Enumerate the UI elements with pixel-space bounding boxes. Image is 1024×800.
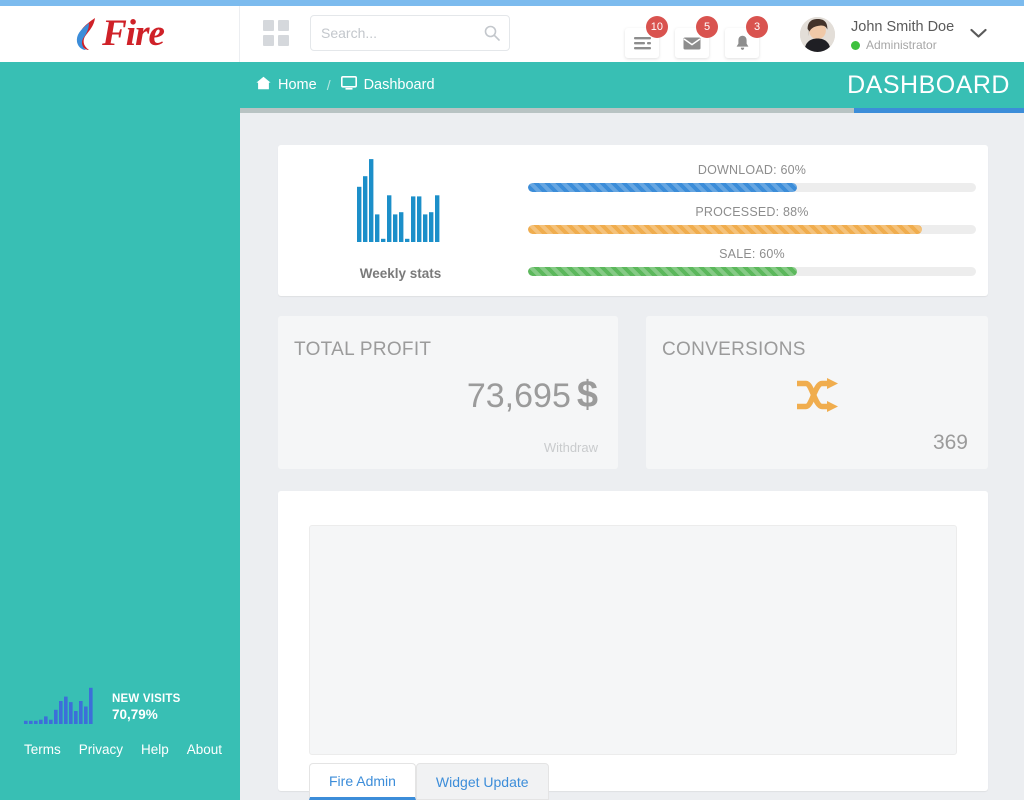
footer-link-about[interactable]: About [187,742,222,757]
sidebar-footer-links: Terms Privacy Help About [24,742,222,757]
weekly-stats-sparkline [356,159,439,242]
total-profit-title: TOTAL PROFIT [294,339,432,360]
grid-cell [278,35,289,46]
tab-fire-admin[interactable]: Fire Admin [309,763,416,800]
grid-cell [263,20,274,31]
user-role-row: Administrator [851,38,937,52]
user-role: Administrator [866,38,937,52]
breadcrumb-item-dashboard[interactable]: Dashboard [340,75,435,95]
search-input[interactable] [321,16,481,50]
progress-label-processed: PROCESSED: 88% [695,205,809,219]
main-content: Weekly stats DOWNLOAD: 60% PROCESSED: 88… [240,113,1024,800]
grid-apps-icon[interactable] [263,20,289,46]
weekly-stats-card: Weekly stats DOWNLOAD: 60% PROCESSED: 88… [278,145,988,296]
status-dot-icon [851,40,860,50]
logo[interactable]: Fire [75,13,165,54]
new-visits-text: NEW VISITS 70,79% [112,693,180,722]
breadcrumb-separator: / [326,77,331,93]
conversions-card: CONVERSIONS 369 [646,316,988,469]
grid-cell [278,20,289,31]
progress-track-processed [528,225,976,234]
footer-link-help[interactable]: Help [141,742,169,757]
tab-content-placeholder [309,525,957,755]
sidebar: NEW VISITS 70,79% Terms Privacy Help Abo… [0,62,240,800]
tabs-row: Fire Admin Widget Update [309,763,549,800]
progress-label-sale: SALE: 60% [719,247,785,261]
total-profit-value-row: 73,695 $ [467,374,598,417]
total-profit-value: 73,695 [466,377,571,415]
brand-name: Fire [102,13,165,54]
progress-track-sale [528,267,976,276]
desktop-icon [340,75,357,95]
flame-icon [75,16,101,52]
total-profit-currency: $ [576,374,598,416]
breadcrumb-item-home[interactable]: Home [256,76,317,95]
home-icon [256,76,271,95]
new-visits-title: NEW VISITS [112,693,181,705]
weekly-stats-block: Weekly stats [308,157,493,281]
notif-button-tasks[interactable]: 10 [625,16,668,58]
footer-link-terms[interactable]: Terms [24,742,61,757]
search-box[interactable] [310,15,510,51]
breadcrumb-label-dashboard: Dashboard [363,77,435,93]
notif-button-messages[interactable]: 5 [675,16,718,58]
progress-label-download: DOWNLOAD: 60% [697,163,807,177]
conversions-title: CONVERSIONS [662,339,806,360]
bell-icon [736,35,748,50]
top-header: Fire 10 5 [0,6,1024,62]
breadcrumb: Home / Dashboard [256,62,435,108]
progress-fill-download [528,183,797,192]
progress-row-sale: SALE: 60% [528,247,976,276]
avatar[interactable] [800,17,835,52]
withdraw-link[interactable]: Withdraw [544,440,598,455]
page-title: DASHBOARD [847,71,1010,99]
progress-track-download [528,183,976,192]
envelope-icon [683,37,701,49]
footer-link-privacy[interactable]: Privacy [79,742,123,757]
conversions-value: 369 [932,431,968,454]
new-visits-value: 70,79% [112,707,158,722]
total-profit-card: TOTAL PROFIT 73,695 $ Withdraw [278,316,618,469]
conversions-icon-wrap [646,378,988,417]
search-icon[interactable] [484,25,500,41]
brand-zone[interactable]: Fire [0,6,240,62]
new-visits-sparkline [24,687,93,724]
tab-widget-update[interactable]: Widget Update [415,763,549,800]
progress-fill-processed [528,225,923,234]
new-visits-widget: NEW VISITS 70,79% [24,674,224,724]
list-icon [633,37,651,50]
badge-count-tasks: 10 [645,16,668,38]
chevron-down-icon[interactable] [970,26,987,44]
grid-cell [263,35,274,46]
badge-count-alerts: 3 [746,16,768,38]
breadcrumb-bar: Home / Dashboard DASHBOARD [240,62,1024,108]
progress-bars-block: DOWNLOAD: 60% PROCESSED: 88% SALE: 60% [528,163,976,276]
progress-row-download: DOWNLOAD: 60% [528,163,976,192]
notif-button-alerts[interactable]: 3 [725,16,768,58]
weekly-stats-label: Weekly stats [359,266,442,281]
progress-row-processed: PROCESSED: 88% [528,205,976,234]
badge-count-messages: 5 [696,16,718,38]
tabs-panel-card: Fire Admin Widget Update [278,491,988,800]
breadcrumb-label-home: Home [278,77,317,93]
user-name: John Smith Doe [851,19,955,35]
progress-fill-sale [528,267,797,276]
shuffle-icon [795,378,839,416]
